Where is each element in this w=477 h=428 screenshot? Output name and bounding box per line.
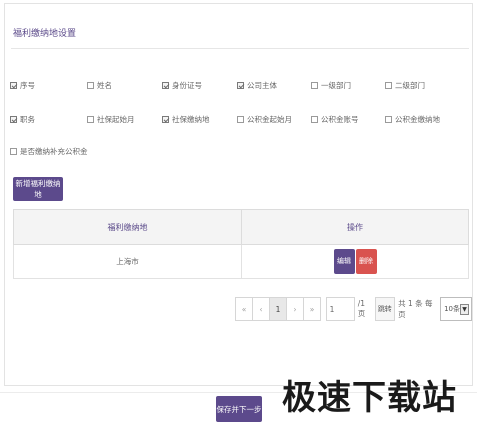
field-checkbox-company[interactable]: 公司主体 <box>237 80 277 91</box>
actions-cell: 编辑 删除 <box>241 244 469 279</box>
last-page-button[interactable]: » <box>303 297 321 321</box>
page-size-select[interactable]: 10条 ▼ <box>440 297 472 321</box>
field-checkbox-fund-location[interactable]: 公积金缴纳地 <box>385 114 440 125</box>
field-checkbox-position[interactable]: 职务 <box>10 114 35 125</box>
field-checkbox-id-number[interactable]: 身份证号 <box>162 80 202 91</box>
location-table: 福利缴纳地 操作 上海市 编辑 删除 <box>13 209 469 279</box>
checkbox-icon[interactable] <box>385 82 392 89</box>
pagination: « ‹ 1 › » 1 /1页 跳转 共 1 条 每页 10条 ▼ <box>235 297 472 321</box>
dropdown-arrow-icon[interactable]: ▼ <box>460 304 469 315</box>
field-checkbox-supplementary-fund[interactable]: 是否缴纳补充公积金 <box>10 146 88 157</box>
field-checkbox-fund-account[interactable]: 公积金账号 <box>311 114 359 125</box>
column-header-location: 福利缴纳地 <box>13 209 242 245</box>
checkbox-icon[interactable] <box>10 116 17 123</box>
checkbox-icon[interactable] <box>87 82 94 89</box>
column-header-actions: 操作 <box>241 209 469 245</box>
record-summary: 共 1 条 每页 <box>398 299 433 319</box>
table-row: 上海市 编辑 删除 <box>13 244 469 279</box>
checkbox-icon[interactable] <box>311 82 318 89</box>
prev-page-button[interactable]: ‹ <box>252 297 270 321</box>
field-checkbox-social-location[interactable]: 社保缴纳地 <box>162 114 210 125</box>
checkbox-icon[interactable] <box>10 82 17 89</box>
section-title: 福利缴纳地设置 <box>13 29 77 39</box>
watermark: 极速下载站 <box>282 378 457 418</box>
checkbox-icon[interactable] <box>237 116 244 123</box>
field-checkbox-dept-2[interactable]: 二级部门 <box>385 80 425 91</box>
checkbox-icon[interactable] <box>162 82 169 89</box>
delete-button[interactable]: 删除 <box>355 249 377 274</box>
field-checkbox-fund-start[interactable]: 公积金起始月 <box>237 114 292 125</box>
checkbox-icon[interactable] <box>237 82 244 89</box>
save-and-next-button[interactable]: 保存并下一步 <box>216 396 262 422</box>
checkbox-icon[interactable] <box>162 116 169 123</box>
title-divider <box>11 48 469 49</box>
checkbox-icon[interactable] <box>10 148 17 155</box>
page-1-button[interactable]: 1 <box>269 297 287 321</box>
field-checkbox-serial[interactable]: 序号 <box>10 80 35 91</box>
total-pages-text: /1页 <box>357 299 366 318</box>
first-page-button[interactable]: « <box>235 297 253 321</box>
field-checkbox-name[interactable]: 姓名 <box>87 80 112 91</box>
field-checkbox-social-start[interactable]: 社保起始月 <box>87 114 135 125</box>
checkbox-icon[interactable] <box>311 116 318 123</box>
next-page-button[interactable]: › <box>286 297 304 321</box>
location-cell: 上海市 <box>13 244 242 279</box>
page-number-input[interactable]: 1 <box>325 297 355 321</box>
edit-button[interactable]: 编辑 <box>333 249 355 274</box>
checkbox-icon[interactable] <box>87 116 94 123</box>
field-checkbox-dept-1[interactable]: 一级部门 <box>311 80 351 91</box>
jump-button[interactable]: 跳转 <box>374 297 396 321</box>
add-location-button[interactable]: 新增福利缴纳地 <box>13 177 63 201</box>
settings-panel: 福利缴纳地设置 序号 姓名 身份证号 公司主体 一级部门 二级部门 职务 社保起… <box>4 3 473 386</box>
checkbox-icon[interactable] <box>385 116 392 123</box>
table-header-row: 福利缴纳地 操作 <box>13 209 469 245</box>
